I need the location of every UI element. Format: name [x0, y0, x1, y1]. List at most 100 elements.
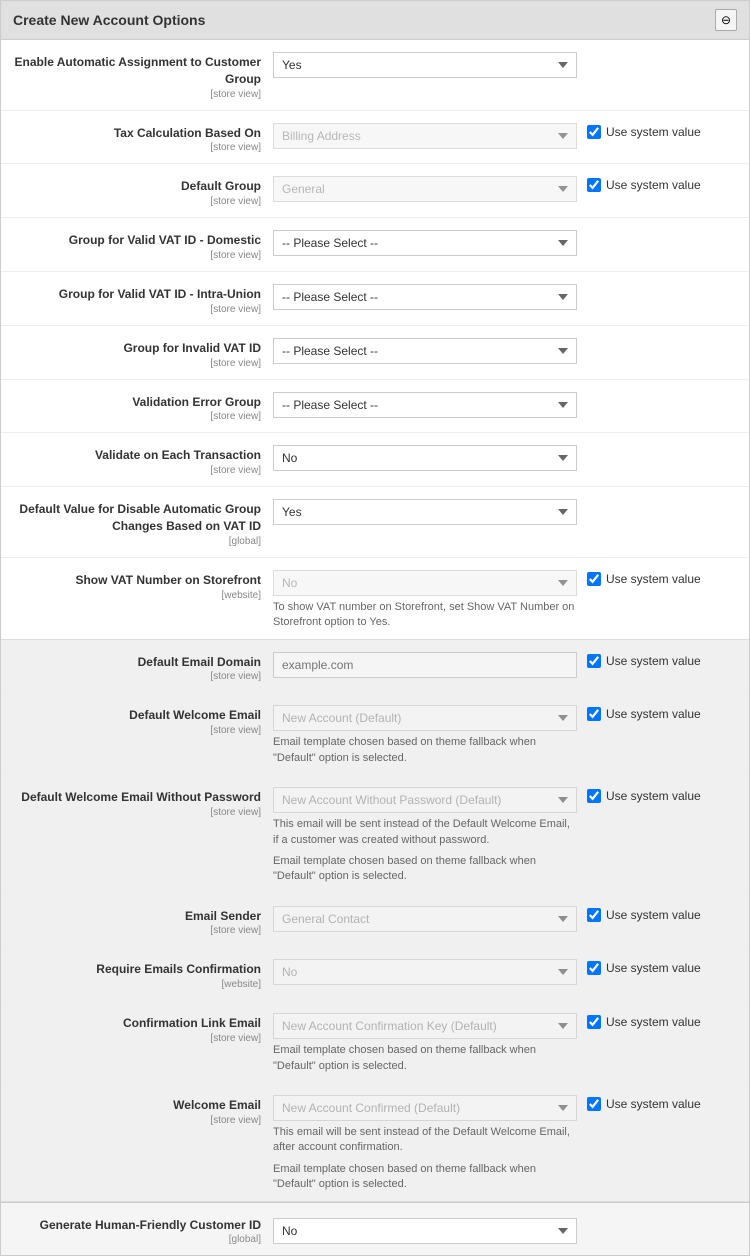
extra-validation-error — [577, 388, 737, 394]
control-human-friendly-id: No Yes — [273, 1214, 577, 1244]
form-row-validation-error: Validation Error Group [store view] -- P… — [1, 380, 749, 434]
note-welcome-email: Email template chosen based on theme fal… — [273, 735, 577, 766]
select-welcome-email[interactable]: New Account (Default) — [273, 705, 577, 731]
bottom-bar: Generate Human-Friendly Customer ID [glo… — [1, 1202, 749, 1256]
extra-default-group: Use system value — [577, 172, 737, 192]
checkbox-welcome-confirmed[interactable] — [587, 1097, 601, 1111]
select-default-group[interactable]: General — [273, 176, 577, 202]
extra-welcome-confirmed: Use system value — [577, 1091, 737, 1111]
select-welcome-no-pass[interactable]: New Account Without Password (Default) — [273, 787, 577, 813]
system-value-require-confirmation[interactable]: Use system value — [587, 961, 701, 975]
control-enable-auto-assign: Yes No — [273, 48, 577, 78]
select-confirmation-link[interactable]: New Account Confirmation Key (Default) — [273, 1013, 577, 1039]
form-row-confirmation-link: Confirmation Link Email [store view] New… — [1, 1001, 749, 1083]
form-row-welcome-no-pass: Default Welcome Email Without Password [… — [1, 775, 749, 894]
checkbox-welcome-no-pass[interactable] — [587, 789, 601, 803]
control-default-group: General — [273, 172, 577, 202]
extra-valid-vat-domestic — [577, 226, 737, 232]
select-require-confirmation[interactable]: No — [273, 959, 577, 985]
label-validate-each: Validate on Each Transaction [store view… — [13, 441, 273, 478]
control-validate-each: No Yes — [273, 441, 577, 471]
control-valid-vat-intra: -- Please Select -- — [273, 280, 577, 310]
control-invalid-vat: -- Please Select -- — [273, 334, 577, 364]
extra-human-friendly-id — [577, 1226, 737, 1232]
label-tax-calc: Tax Calculation Based On [store view] — [13, 119, 273, 156]
label-require-confirmation: Require Emails Confirmation [website] — [13, 955, 273, 992]
control-welcome-confirmed: New Account Confirmed (Default) This ema… — [273, 1091, 577, 1193]
extra-require-confirmation: Use system value — [577, 955, 737, 975]
system-value-email-sender[interactable]: Use system value — [587, 908, 701, 922]
control-welcome-email: New Account (Default) Email template cho… — [273, 701, 577, 766]
extra-email-sender: Use system value — [577, 902, 737, 922]
form-row-email-sender: Email Sender [store view] General Contac… — [1, 894, 749, 948]
label-enable-auto-assign: Enable Automatic Assignment to Customer … — [13, 48, 273, 102]
extra-invalid-vat — [577, 334, 737, 340]
checkbox-require-confirmation[interactable] — [587, 961, 601, 975]
select-show-vat-storefront[interactable]: No — [273, 570, 577, 596]
system-value-email-domain[interactable]: Use system value — [587, 654, 701, 668]
label-email-sender: Email Sender [store view] — [13, 902, 273, 939]
form-row-show-vat-storefront: Show VAT Number on Storefront [website] … — [1, 558, 749, 639]
system-value-show-vat[interactable]: Use system value — [587, 572, 701, 586]
select-validate-each[interactable]: No Yes — [273, 445, 577, 471]
vat-section: Enable Automatic Assignment to Customer … — [1, 40, 749, 640]
control-validation-error: -- Please Select -- — [273, 388, 577, 418]
checkbox-welcome-email[interactable] — [587, 707, 601, 721]
checkbox-email-domain[interactable] — [587, 654, 601, 668]
checkbox-email-sender[interactable] — [587, 908, 601, 922]
select-enable-auto-assign[interactable]: Yes No — [273, 52, 577, 78]
control-valid-vat-domestic: -- Please Select -- — [273, 226, 577, 256]
extra-enable-auto-assign — [577, 48, 737, 54]
label-human-friendly-id: Generate Human-Friendly Customer ID [glo… — [13, 1211, 273, 1248]
extra-email-domain: Use system value — [577, 648, 737, 668]
select-human-friendly-id[interactable]: No Yes — [273, 1218, 577, 1244]
form-row-valid-vat-domestic: Group for Valid VAT ID - Domestic [store… — [1, 218, 749, 272]
form-row-welcome-email: Default Welcome Email [store view] New A… — [1, 693, 749, 775]
select-valid-vat-intra[interactable]: -- Please Select -- — [273, 284, 577, 310]
input-email-domain[interactable] — [273, 652, 577, 678]
form-row-enable-auto-assign: Enable Automatic Assignment to Customer … — [1, 40, 749, 111]
email-section: Default Email Domain [store view] Use sy… — [1, 640, 749, 1202]
system-value-welcome-email[interactable]: Use system value — [587, 707, 701, 721]
extra-show-vat-storefront: Use system value — [577, 566, 737, 586]
checkbox-tax-calc[interactable] — [587, 125, 601, 139]
label-email-domain: Default Email Domain [store view] — [13, 648, 273, 685]
collapse-button[interactable]: ⊖ — [715, 9, 737, 31]
system-value-default-group[interactable]: Use system value — [587, 178, 701, 192]
note-confirmation-link: Email template chosen based on theme fal… — [273, 1043, 577, 1074]
label-welcome-confirmed: Welcome Email [store view] — [13, 1091, 273, 1128]
system-value-welcome-no-pass[interactable]: Use system value — [587, 789, 701, 803]
form-row-email-domain: Default Email Domain [store view] Use sy… — [1, 640, 749, 694]
extra-welcome-no-pass: Use system value — [577, 783, 737, 803]
select-email-sender[interactable]: General Contact — [273, 906, 577, 932]
control-disable-auto-group: Yes No — [273, 495, 577, 525]
select-valid-vat-domestic[interactable]: -- Please Select -- — [273, 230, 577, 256]
note-welcome-no-pass-1: This email will be sent instead of the D… — [273, 817, 577, 848]
note-welcome-confirmed-2: Email template chosen based on theme fal… — [273, 1162, 577, 1193]
checkbox-show-vat[interactable] — [587, 572, 601, 586]
form-row-tax-calc: Tax Calculation Based On [store view] Bi… — [1, 111, 749, 165]
system-value-tax-calc[interactable]: Use system value — [587, 125, 701, 139]
select-validation-error[interactable]: -- Please Select -- — [273, 392, 577, 418]
select-tax-calc[interactable]: Billing Address — [273, 123, 577, 149]
system-value-confirmation-link[interactable]: Use system value — [587, 1015, 701, 1029]
note-show-vat-storefront: To show VAT number on Storefront, set Sh… — [273, 600, 577, 631]
control-email-sender: General Contact — [273, 902, 577, 932]
label-welcome-email: Default Welcome Email [store view] — [13, 701, 273, 738]
control-tax-calc: Billing Address — [273, 119, 577, 149]
checkbox-default-group[interactable] — [587, 178, 601, 192]
label-valid-vat-domestic: Group for Valid VAT ID - Domestic [store… — [13, 226, 273, 263]
select-disable-auto-group[interactable]: Yes No — [273, 499, 577, 525]
checkbox-confirmation-link[interactable] — [587, 1015, 601, 1029]
note-welcome-no-pass-2: Email template chosen based on theme fal… — [273, 854, 577, 885]
extra-valid-vat-intra — [577, 280, 737, 286]
select-welcome-confirmed[interactable]: New Account Confirmed (Default) — [273, 1095, 577, 1121]
control-welcome-no-pass: New Account Without Password (Default) T… — [273, 783, 577, 885]
label-disable-auto-group: Default Value for Disable Automatic Grou… — [13, 495, 273, 549]
form-row-default-group: Default Group [store view] General Use s… — [1, 164, 749, 218]
select-invalid-vat[interactable]: -- Please Select -- — [273, 338, 577, 364]
extra-welcome-email: Use system value — [577, 701, 737, 721]
create-account-panel: Create New Account Options ⊖ Enable Auto… — [0, 0, 750, 1256]
extra-validate-each — [577, 441, 737, 447]
system-value-welcome-confirmed[interactable]: Use system value — [587, 1097, 701, 1111]
